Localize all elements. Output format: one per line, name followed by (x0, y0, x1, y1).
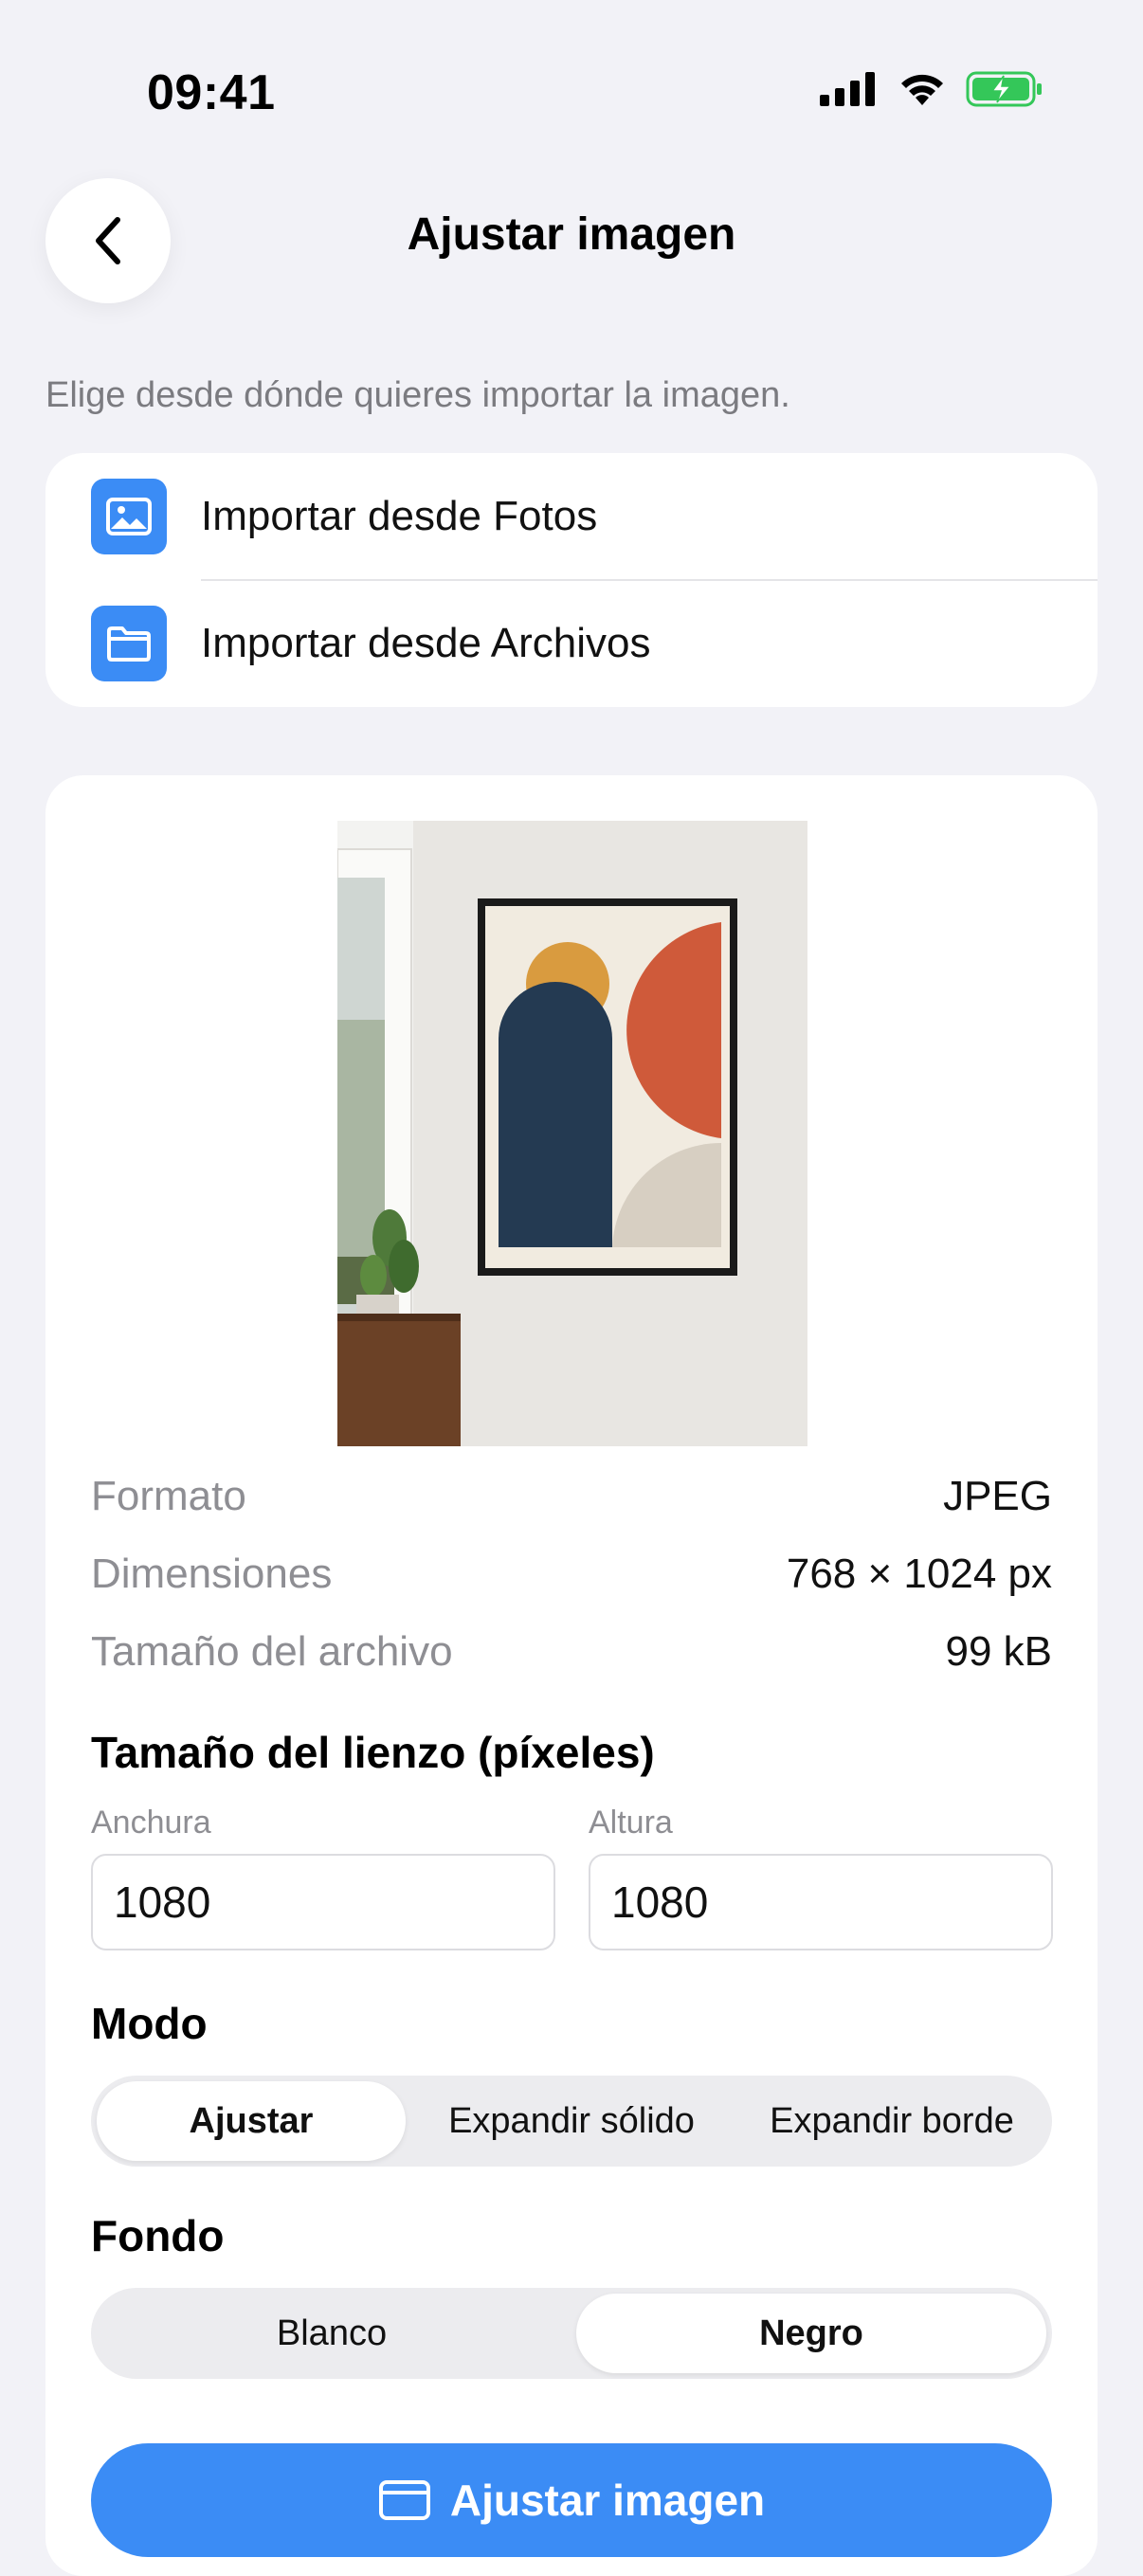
info-value: 768 × 1024 px (786, 1551, 1052, 1597)
image-frame-icon (378, 2480, 430, 2520)
battery-charging-icon (966, 71, 1042, 107)
height-label: Altura (589, 1805, 673, 1841)
adjust-image-button[interactable]: Ajustar imagen (91, 2443, 1052, 2557)
status-bar: 09:41 (0, 0, 1143, 180)
mode-option-expandir-borde[interactable]: Expandir borde (737, 2081, 1046, 2161)
import-from-photos-label: Importar desde Fotos (201, 493, 598, 539)
import-from-files-label: Importar desde Archivos (201, 620, 651, 666)
folder-icon (91, 606, 167, 681)
import-options-card: Importar desde Fotos Importar desde Arch… (45, 453, 1098, 707)
info-value: 99 kB (945, 1628, 1052, 1675)
info-row-file-size: Tamaño del archivo 99 kB (91, 1628, 1052, 1676)
info-row-format: Formato JPEG (91, 1473, 1052, 1520)
cellular-signal-icon (820, 72, 875, 106)
background-option-blanco[interactable]: Blanco (97, 2294, 567, 2373)
width-input[interactable]: 1080 (91, 1854, 555, 1950)
mode-segmented-control: Ajustar Expandir sólido Expandir borde (91, 2076, 1052, 2167)
wifi-icon (901, 74, 943, 105)
background-heading: Fondo (91, 2211, 225, 2260)
image-preview (337, 821, 807, 1446)
info-key: Formato (91, 1473, 246, 1519)
import-from-photos-row[interactable]: Importar desde Fotos (45, 453, 1098, 581)
status-icons (820, 70, 1043, 108)
info-key: Dimensiones (91, 1551, 333, 1597)
status-time: 09:41 (147, 65, 276, 120)
info-row-dimensions: Dimensiones 768 × 1024 px (91, 1551, 1052, 1598)
mode-option-expandir-solido[interactable]: Expandir sólido (413, 2081, 730, 2161)
canvas-size-heading: Tamaño del lienzo (píxeles) (91, 1728, 655, 1777)
mode-heading: Modo (91, 1999, 208, 2048)
height-input[interactable]: 1080 (589, 1854, 1053, 1950)
adjust-image-label: Ajustar imagen (449, 2476, 766, 2525)
navigation-bar: Ajustar imagen (0, 171, 1143, 303)
background-option-negro[interactable]: Negro (576, 2294, 1046, 2373)
background-segmented-control: Blanco Negro (91, 2288, 1052, 2379)
info-key: Tamaño del archivo (91, 1628, 453, 1675)
page-title: Ajustar imagen (407, 209, 736, 260)
photo-icon (91, 479, 167, 554)
mode-option-ajustar[interactable]: Ajustar (97, 2081, 406, 2161)
import-hint-text: Elige desde dónde quieres importar la im… (45, 375, 790, 415)
image-settings-card: Formato JPEG Dimensiones 768 × 1024 px T… (45, 775, 1098, 2576)
import-from-files-row[interactable]: Importar desde Archivos (45, 580, 1098, 707)
width-label: Anchura (91, 1805, 211, 1841)
info-value: JPEG (943, 1473, 1052, 1519)
